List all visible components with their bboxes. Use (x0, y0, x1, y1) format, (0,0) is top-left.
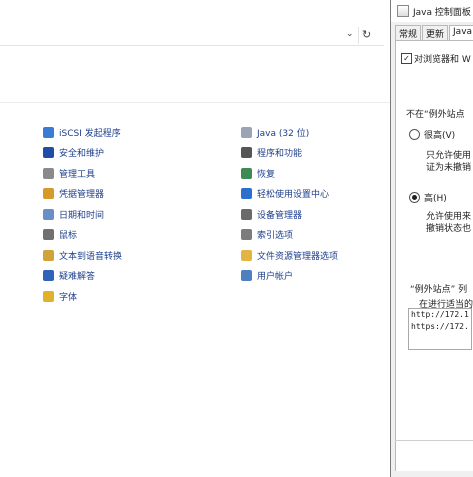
control-panel-item[interactable]: 轻松使用设置中心 (241, 184, 338, 205)
recovery-icon (241, 167, 252, 179)
control-panel-item-label: 管理工具 (59, 169, 96, 180)
control-panel-item[interactable]: 设备管理器 (241, 204, 338, 225)
device-manager-icon (241, 208, 252, 220)
control-panel-item-label: iSCSI 发起程序 (59, 128, 121, 139)
radio-very-high[interactable] (409, 129, 420, 140)
address-bar[interactable]: ⌄ ↻ (0, 27, 384, 46)
control-panel-item[interactable]: 鼠标 (43, 225, 122, 246)
control-panel-item-label: 用户帐户 (257, 272, 294, 283)
admin-tools-icon (43, 167, 54, 179)
exception-heading: 不在“例外站点 (406, 110, 465, 120)
troubleshoot-icon (43, 270, 54, 282)
divider (0, 102, 390, 103)
control-panel-item[interactable]: 凭据管理器 (43, 184, 122, 205)
exception-list-heading: “例外站点” 列 (410, 285, 468, 295)
radio-high-label: 高(H) (424, 194, 447, 204)
control-panel-item[interactable]: 文件资源管理器选项 (241, 245, 338, 266)
control-panel-item[interactable]: 安全和维护 (43, 143, 122, 164)
control-panel-item-label: Java (32 位) (257, 128, 310, 139)
control-panel-item[interactable]: 日期和时间 (43, 204, 122, 225)
control-panel-item-label: 设备管理器 (257, 210, 303, 221)
items-column-1: iSCSI 发起程序 安全和维护管理工具凭据管理器日期和时间鼠标文本到语音转换 疑难… (43, 122, 122, 307)
control-panel-item-label: 鼠标 (59, 231, 78, 242)
control-panel-item[interactable]: 恢复 (241, 163, 338, 184)
control-panel-item-label: 程序和功能 (257, 149, 303, 160)
indexing-icon (241, 229, 252, 241)
control-panel-item-label: 凭据管理器 (59, 190, 105, 201)
control-panel-item[interactable]: Java (32 位) (241, 122, 338, 143)
control-panel-item[interactable]: 索引选项 (241, 225, 338, 246)
tab-update[interactable]: 更新 (422, 25, 449, 40)
list-item[interactable]: https://172. (409, 321, 471, 333)
refresh-icon[interactable]: ↻ (362, 28, 371, 41)
programs-icon (241, 147, 252, 159)
control-panel-item-label: 安全和维护 (59, 149, 105, 160)
control-panel-item[interactable]: 疑难解答 (43, 266, 122, 287)
clock-icon (43, 208, 54, 220)
folder-options-icon (241, 249, 252, 261)
flag-icon (43, 147, 54, 159)
control-panel-item-label: 日期和时间 (59, 210, 105, 221)
radio-high[interactable] (409, 192, 420, 203)
java-icon (397, 5, 409, 17)
tab-general[interactable]: 常规 (395, 25, 422, 40)
exception-site-list[interactable]: http://172.1 https://172. (408, 308, 472, 350)
control-panel-item[interactable]: 用户帐户 (241, 266, 338, 287)
control-panel-item-label: 轻松使用设置中心 (257, 190, 330, 201)
divider (395, 440, 473, 441)
ease-of-access-icon (241, 188, 252, 200)
high-desc-line2: 撤销状态也 (426, 224, 472, 234)
security-panel: ✓ 对浏览器和 W 不在“例外站点 很高(V) 只允许使用 证为未撤销 高(H)… (395, 40, 473, 471)
speech-icon (43, 249, 54, 261)
mouse-icon (43, 229, 54, 241)
control-panel-item-label: 恢复 (257, 169, 276, 180)
window-title: Java 控制面板 (413, 7, 471, 18)
control-panel-item-label: 字体 (59, 292, 78, 303)
very-high-desc-line2: 证为未撤销 (426, 163, 472, 173)
control-panel-item[interactable]: 程序和功能 (241, 143, 338, 164)
control-panel-item[interactable]: 字体 (43, 286, 122, 307)
font-icon (43, 290, 54, 302)
credential-icon (43, 188, 54, 200)
control-panel-item[interactable]: 管理工具 (43, 163, 122, 184)
browser-checkbox[interactable]: ✓ (401, 53, 412, 64)
control-panel-item[interactable]: 文本到语音转换 (43, 245, 122, 266)
control-panel-item-label: 疑难解答 (59, 272, 96, 283)
chevron-down-icon[interactable]: ⌄ (346, 29, 354, 39)
control-panel-item-label: 索引选项 (257, 231, 294, 242)
control-panel-item-label: 文本到语音转换 (59, 251, 123, 262)
items-column-2: Java (32 位) 程序和功能恢复轻松使用设置中心 设备管理器索引选项文件资源管… (241, 122, 338, 286)
tab-bar: 常规 更新 Java (395, 25, 473, 40)
control-panel-window: ⌄ ↻ iSCSI 发起程序 安全和维护管理工具凭据管理器日期和时间鼠标文本到语音… (0, 0, 390, 477)
list-item[interactable]: http://172.1 (409, 309, 471, 321)
title-bar[interactable]: Java 控制面板 (391, 0, 473, 22)
control-panel-item[interactable]: iSCSI 发起程序 (43, 122, 122, 143)
radio-very-high-label: 很高(V) (424, 131, 456, 141)
address-field[interactable] (0, 27, 359, 44)
java-icon (241, 126, 252, 138)
control-panel-item-label: 文件资源管理器选项 (257, 251, 339, 262)
java-control-panel-window: Java 控制面板 常规 更新 Java ✓ 对浏览器和 W 不在“例外站点 很… (390, 0, 473, 477)
browser-checkbox-label: 对浏览器和 W (414, 55, 471, 65)
user-accounts-icon (241, 270, 252, 282)
globe-icon (43, 126, 54, 138)
tab-java[interactable]: Java (449, 25, 473, 40)
